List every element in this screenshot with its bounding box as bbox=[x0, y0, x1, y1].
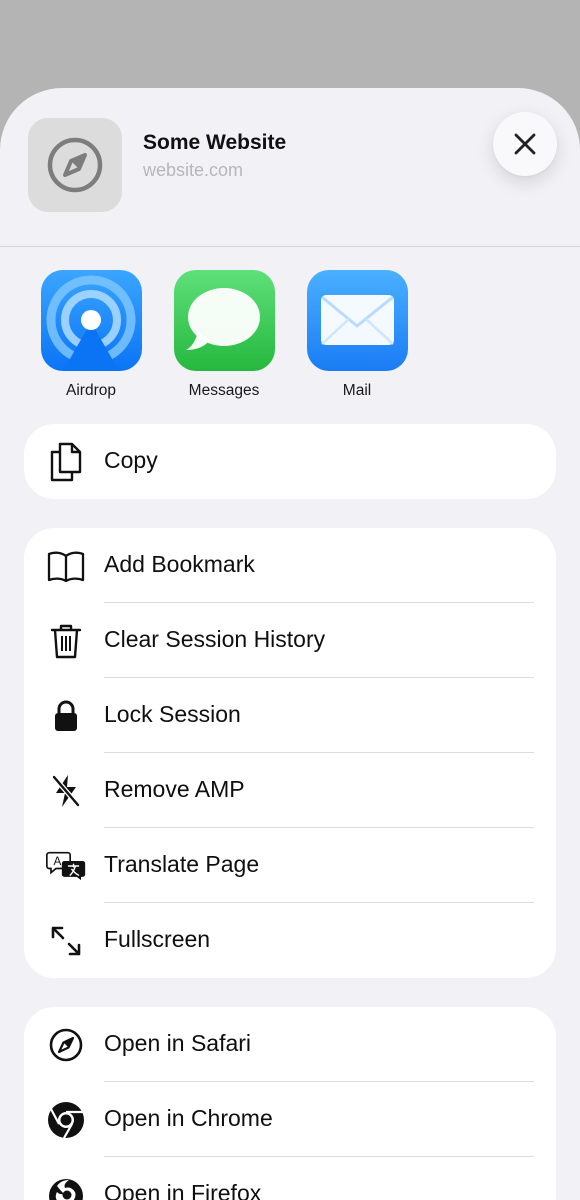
book-icon bbox=[46, 546, 86, 586]
action-label: Clear Session History bbox=[104, 626, 326, 652]
site-title: Some Website bbox=[143, 131, 287, 154]
svg-text:A: A bbox=[54, 855, 62, 868]
lock-icon bbox=[46, 696, 86, 736]
site-url: website.com bbox=[143, 160, 244, 180]
action-open-in-firefox[interactable]: Open in Firefox bbox=[24, 1157, 556, 1200]
action-label: Remove AMP bbox=[104, 776, 245, 802]
action-label: Copy bbox=[104, 447, 158, 473]
trash-icon bbox=[46, 621, 86, 661]
action-fullscreen[interactable]: Fullscreen bbox=[24, 903, 556, 978]
action-label: Open in Firefox bbox=[104, 1180, 262, 1200]
action-open-in-safari[interactable]: Open in Safari bbox=[24, 1007, 556, 1082]
action-label: Open in Safari bbox=[104, 1030, 252, 1056]
action-label: Translate Page bbox=[104, 851, 260, 877]
airdrop-icon bbox=[40, 270, 142, 371]
share-header: Some Website website.com bbox=[0, 88, 580, 247]
app-label: Mail bbox=[342, 382, 372, 399]
app-messages[interactable]: Messages bbox=[164, 270, 284, 400]
actions-card: Add Bookmark Clear Session History Lock … bbox=[24, 528, 556, 978]
translate-icon: A bbox=[46, 846, 86, 886]
site-thumbnail bbox=[28, 118, 122, 212]
app-label: Airdrop bbox=[66, 382, 116, 399]
action-label: Add Bookmark bbox=[104, 551, 255, 577]
compass-icon bbox=[47, 137, 103, 193]
mail-icon bbox=[306, 270, 408, 371]
action-add-bookmark[interactable]: Add Bookmark bbox=[24, 528, 556, 603]
action-remove-amp[interactable]: Remove AMP bbox=[24, 753, 556, 828]
app-mail[interactable]: Mail bbox=[297, 270, 417, 400]
action-lock-session[interactable]: Lock Session bbox=[24, 678, 556, 753]
share-apps-row: Airdrop Messages Mail bbox=[0, 270, 580, 410]
close-button[interactable] bbox=[493, 112, 557, 176]
action-label: Lock Session bbox=[104, 701, 241, 727]
firefox-icon bbox=[46, 1175, 86, 1200]
app-label: Messages bbox=[188, 382, 260, 399]
bolt-slash-icon bbox=[46, 771, 86, 811]
copy-card: Copy bbox=[24, 424, 556, 499]
action-clear-session-history[interactable]: Clear Session History bbox=[24, 603, 556, 678]
close-icon bbox=[514, 133, 536, 155]
expand-icon bbox=[46, 921, 86, 961]
action-translate-page[interactable]: A Translate Page bbox=[24, 828, 556, 903]
chrome-icon bbox=[46, 1100, 86, 1140]
action-copy[interactable]: Copy bbox=[24, 424, 556, 499]
action-label: Open in Chrome bbox=[104, 1105, 273, 1131]
app-airdrop[interactable]: Airdrop bbox=[31, 270, 151, 400]
action-label: Fullscreen bbox=[104, 926, 211, 952]
messages-icon bbox=[173, 270, 275, 371]
safari-icon bbox=[46, 1025, 86, 1065]
copy-icon bbox=[46, 442, 86, 482]
open-in-card: Open in Safari Open in Chrome Open in Fi… bbox=[24, 1007, 556, 1200]
action-open-in-chrome[interactable]: Open in Chrome bbox=[24, 1082, 556, 1157]
share-sheet: Some Website website.com Airdrop Message… bbox=[0, 88, 580, 1200]
